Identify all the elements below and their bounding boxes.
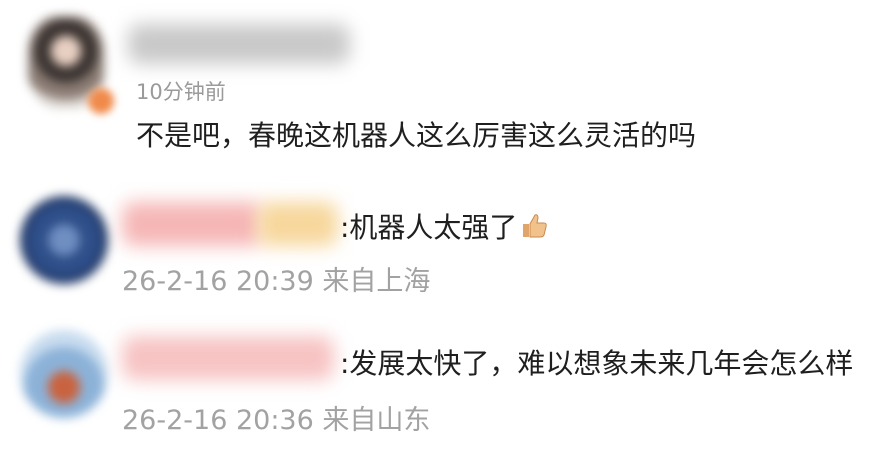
comment-text: 不是吧，春晚这机器人这么厉害这么灵活的吗 <box>136 119 697 152</box>
username-blurred[interactable] <box>122 202 262 246</box>
reply-text: :发展太快了，难以想象未来几年会怎么样 <box>340 347 854 380</box>
thumbs-up-icon <box>519 211 549 248</box>
reply-text: :机器人太强了 <box>340 211 518 244</box>
username-badge-blurred <box>258 202 338 246</box>
avatar[interactable] <box>20 330 108 418</box>
avatar[interactable] <box>20 196 108 284</box>
comment-time: 10分钟前 <box>136 80 226 104</box>
verified-badge-icon <box>88 88 114 114</box>
reply-time-source: 26-2-16 20:39 来自上海 <box>122 266 431 297</box>
username-blurred[interactable] <box>122 336 334 380</box>
reply-text-row: :机器人太强了 <box>340 206 549 248</box>
username-blurred[interactable] <box>128 24 350 64</box>
reply-time-source: 26-2-16 20:36 来自山东 <box>122 405 431 436</box>
